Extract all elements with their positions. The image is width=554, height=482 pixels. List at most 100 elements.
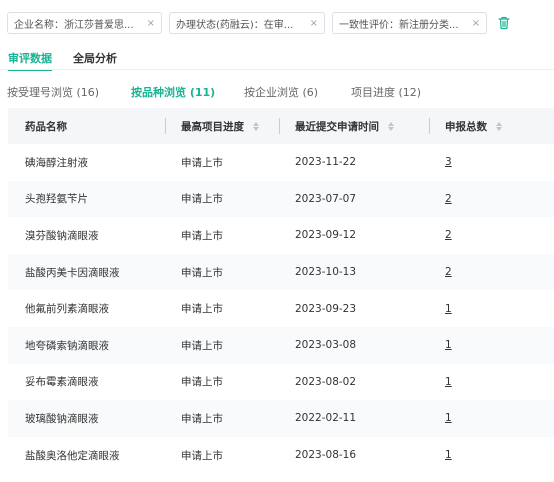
cell-drug-name: 盐酸丙美卡因滴眼液 — [8, 254, 165, 291]
cell-submit-date-text: 2023-08-16 — [295, 449, 357, 462]
tabs-divider — [0, 69, 554, 70]
cell-submit-date: 2023-11-22 — [279, 144, 429, 181]
cell-drug-name: 地夸磷索钠滴眼液 — [8, 327, 165, 364]
cell-submit-date-text: 2023-10-13 — [295, 266, 357, 279]
header-drug-name: 药品名称 — [8, 108, 165, 144]
cell-submit-date-text: 2023-09-12 — [295, 229, 357, 242]
cell-submit-date: 2023-07-07 — [279, 181, 429, 218]
cell-progress: 申请上市 — [165, 254, 279, 291]
count-link[interactable]: 1 — [445, 412, 452, 424]
cell-drug-name-text: 碘海醇注射液 — [25, 156, 88, 169]
filter-bar: 企业名称：浙江莎普爱思... × 办理状态(药融云)：在审... × 一致性评价… — [7, 12, 512, 34]
count-link[interactable]: 2 — [445, 266, 452, 278]
cell-drug-name: 头孢羟氨苄片 — [8, 181, 165, 218]
cell-drug-name-text: 妥布霉素滴眼液 — [25, 376, 99, 389]
cell-progress-text: 申请上市 — [181, 339, 223, 352]
cell-progress-text: 申请上市 — [181, 266, 223, 279]
cell-progress-text: 申请上市 — [181, 376, 223, 389]
subtab-by-variety[interactable]: 按品种浏览 (11) — [131, 84, 244, 100]
tab-review-data[interactable]: 审评数据 — [8, 50, 52, 71]
table-body: 碘海醇注射液 申请上市 2023-11-22 3 头孢羟氨苄片 申请上市 2023-07-0… — [8, 144, 554, 473]
cell-drug-name: 溴芬酸钠滴眼液 — [8, 217, 165, 254]
cell-submit-date: 2023-03-08 — [279, 327, 429, 364]
cell-progress: 申请上市 — [165, 327, 279, 364]
close-icon[interactable]: × — [310, 18, 318, 29]
cell-drug-name-text: 头孢羟氨苄片 — [25, 193, 88, 206]
sort-icon[interactable] — [388, 121, 394, 131]
header-latest-submit[interactable]: 最近提交申请时间 — [279, 108, 429, 144]
count-link[interactable]: 1 — [445, 303, 452, 315]
sub-tabs: 按受理号浏览 (16) 按品种浏览 (11) 按企业浏览 (6) 项目进度 (1… — [7, 84, 441, 100]
table-row: 玻璃酸钠滴眼液 申请上市 2022-02-11 1 — [8, 400, 554, 437]
cell-submit-date-text: 2022-02-11 — [295, 412, 357, 425]
filter-chip-company[interactable]: 企业名称：浙江莎普爱思... × — [7, 12, 162, 34]
drug-table: 药品名称 最高项目进度 最近提交申请时间 申报总数 碘海醇注射液 申请上市 2023… — [8, 108, 554, 473]
count-link[interactable]: 2 — [445, 193, 452, 205]
header-total-count[interactable]: 申报总数 — [429, 108, 554, 144]
cell-progress: 申请上市 — [165, 364, 279, 401]
count-link[interactable]: 1 — [445, 339, 452, 351]
cell-submit-date-text: 2023-08-02 — [295, 375, 357, 388]
cell-submit-date: 2023-09-23 — [279, 290, 429, 327]
subtab-by-company[interactable]: 按企业浏览 (6) — [244, 84, 351, 100]
cell-submit-date-text: 2023-07-07 — [295, 192, 357, 205]
cell-count: 2 — [429, 181, 554, 218]
table-row: 妥布霉素滴眼液 申请上市 2023-08-02 1 — [8, 364, 554, 401]
count-link[interactable]: 1 — [445, 449, 452, 461]
cell-count: 2 — [429, 217, 554, 254]
cell-progress-text: 申请上市 — [181, 193, 223, 206]
count-link[interactable]: 1 — [445, 376, 452, 388]
cell-progress-text: 申请上市 — [181, 449, 223, 462]
header-max-progress[interactable]: 最高项目进度 — [165, 108, 279, 144]
cell-progress: 申请上市 — [165, 400, 279, 437]
cell-drug-name-text: 他氟前列素滴眼液 — [25, 303, 109, 316]
cell-progress: 申请上市 — [165, 290, 279, 327]
cell-submit-date-text: 2023-11-22 — [295, 156, 357, 169]
filter-chip-consistency[interactable]: 一致性评价：新注册分类... × — [332, 12, 487, 34]
cell-drug-name-text: 溴芬酸钠滴眼液 — [25, 229, 99, 242]
cell-count: 1 — [429, 437, 554, 474]
subtab-project-progress[interactable]: 项目进度 (12) — [351, 84, 441, 100]
filter-chip-label: 企业名称：浙江莎普爱思... — [14, 19, 134, 31]
cell-progress-text: 申请上市 — [181, 229, 223, 242]
close-icon[interactable]: × — [472, 18, 480, 29]
filter-chip-label: 一致性评价：新注册分类... — [339, 19, 459, 31]
sort-icon[interactable] — [253, 121, 259, 131]
table-row: 他氟前列素滴眼液 申请上市 2023-09-23 1 — [8, 290, 554, 327]
subtab-by-acceptance-no[interactable]: 按受理号浏览 (16) — [7, 84, 131, 100]
close-icon[interactable]: × — [147, 18, 155, 29]
filter-chip-status[interactable]: 办理状态(药融云)：在审... × — [169, 12, 325, 34]
cell-drug-name-text: 盐酸丙美卡因滴眼液 — [25, 266, 120, 279]
trash-icon[interactable] — [496, 15, 512, 31]
table-row: 头孢羟氨苄片 申请上市 2023-07-07 2 — [8, 180, 554, 218]
cell-count: 2 — [429, 254, 554, 291]
tab-global-analysis[interactable]: 全局分析 — [73, 50, 117, 71]
sort-icon[interactable] — [496, 121, 502, 131]
cell-submit-date: 2023-08-02 — [279, 364, 429, 401]
table-row: 地夸磷索钠滴眼液 申请上市 2023-03-08 1 — [8, 326, 554, 364]
header-label: 药品名称 — [25, 120, 67, 133]
cell-progress: 申请上市 — [165, 437, 279, 474]
main-tabs: 审评数据 全局分析 — [8, 50, 117, 71]
cell-progress: 申请上市 — [165, 217, 279, 254]
table-row: 碘海醇注射液 申请上市 2023-11-22 3 — [8, 144, 554, 181]
cell-drug-name: 碘海醇注射液 — [8, 144, 165, 181]
cell-progress-text: 申请上市 — [181, 412, 223, 425]
cell-submit-date-text: 2023-09-23 — [295, 302, 357, 315]
count-link[interactable]: 3 — [445, 156, 452, 168]
cell-drug-name-text: 地夸磷索钠滴眼液 — [25, 339, 109, 352]
header-label: 最高项目进度 — [181, 120, 244, 133]
cell-count: 1 — [429, 364, 554, 401]
count-link[interactable]: 2 — [445, 229, 452, 241]
cell-submit-date: 2023-10-13 — [279, 254, 429, 291]
table-header: 药品名称 最高项目进度 最近提交申请时间 申报总数 — [8, 108, 554, 144]
cell-drug-name: 他氟前列素滴眼液 — [8, 290, 165, 327]
cell-progress-text: 申请上市 — [181, 156, 223, 169]
cell-progress: 申请上市 — [165, 181, 279, 218]
cell-drug-name: 妥布霉素滴眼液 — [8, 364, 165, 401]
cell-count: 1 — [429, 400, 554, 437]
header-label: 申报总数 — [445, 120, 487, 133]
cell-submit-date: 2023-08-16 — [279, 437, 429, 474]
table-row: 盐酸奥洛他定滴眼液 申请上市 2023-08-16 1 — [8, 437, 554, 474]
cell-count: 1 — [429, 327, 554, 364]
